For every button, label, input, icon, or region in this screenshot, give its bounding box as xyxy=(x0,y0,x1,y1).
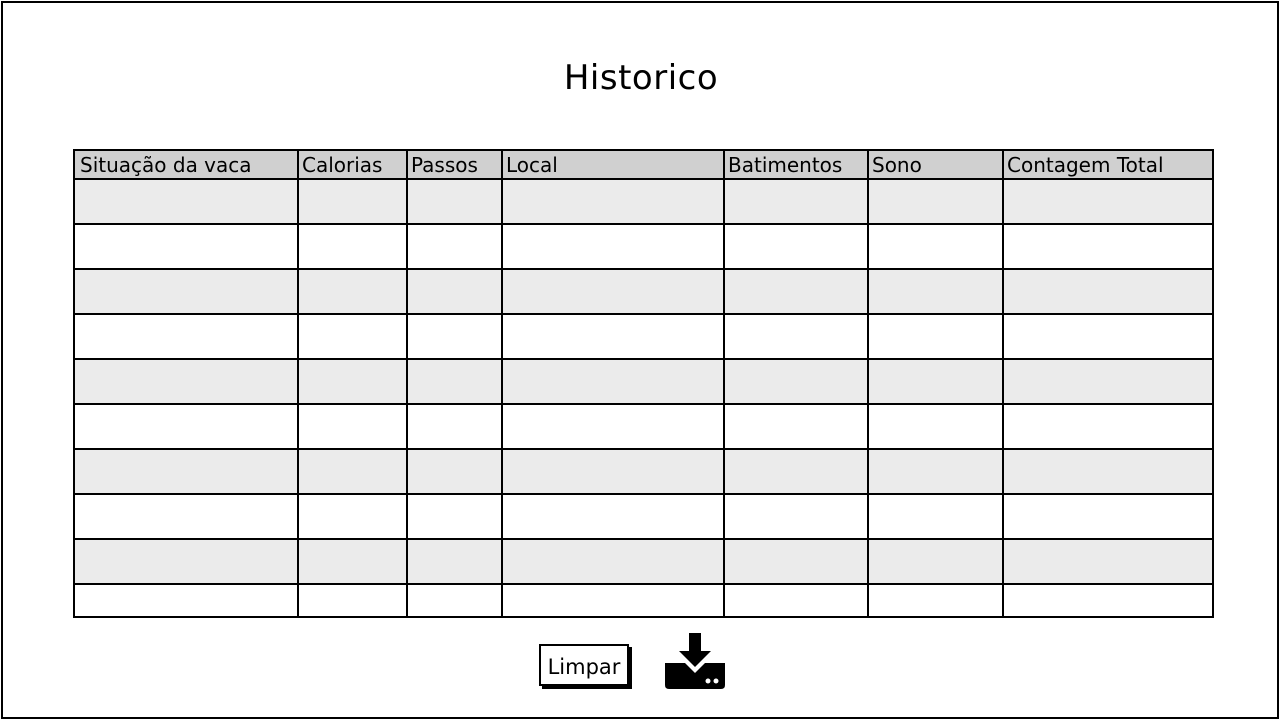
column-divider xyxy=(297,151,299,616)
column-divider xyxy=(406,151,408,616)
column-header-passos: Passos xyxy=(411,153,478,177)
table-row xyxy=(75,450,1212,495)
column-divider xyxy=(723,151,725,616)
table-row xyxy=(75,360,1212,405)
column-header-local: Local xyxy=(506,153,558,177)
page-title: Historico xyxy=(563,58,719,98)
table-row xyxy=(75,180,1212,225)
column-header-situacao: Situação da vaca xyxy=(80,153,252,177)
table-row xyxy=(75,405,1212,450)
table-row xyxy=(75,225,1212,270)
table-header: Situação da vaca Calorias Passos Local B… xyxy=(75,151,1212,180)
column-divider xyxy=(867,151,869,616)
table-row xyxy=(75,540,1212,585)
table-row xyxy=(75,270,1212,315)
table-row xyxy=(75,585,1212,616)
column-divider xyxy=(1002,151,1004,616)
column-header-contagem-total: Contagem Total xyxy=(1007,153,1164,177)
download-button[interactable] xyxy=(663,633,727,691)
column-header-calorias: Calorias xyxy=(302,153,383,177)
column-header-batimentos: Batimentos xyxy=(728,153,843,177)
window-frame: Historico Situação da vaca Calorias Pass… xyxy=(1,1,1279,719)
table-row xyxy=(75,315,1212,360)
clear-button[interactable]: Limpar xyxy=(539,644,629,686)
column-header-sono: Sono xyxy=(872,153,922,177)
table-row xyxy=(75,495,1212,540)
history-table: Situação da vaca Calorias Passos Local B… xyxy=(73,149,1214,618)
download-icon xyxy=(665,633,725,689)
column-divider xyxy=(501,151,503,616)
